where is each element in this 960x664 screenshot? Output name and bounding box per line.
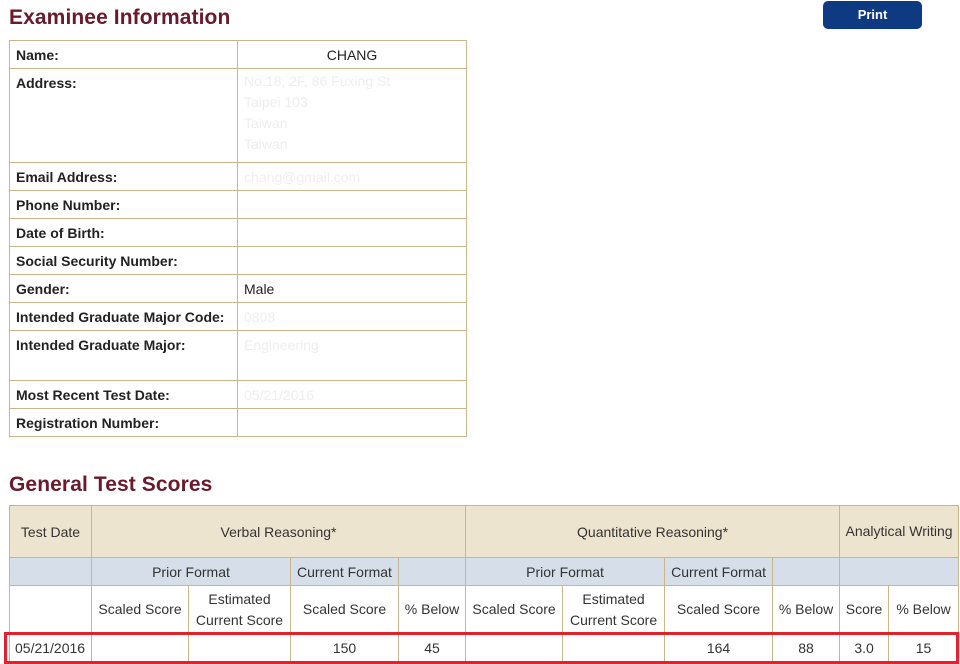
test-date-value: 05/21/2016 bbox=[9, 633, 92, 662]
dob-value bbox=[237, 218, 467, 247]
info-row-recent-test: Most Recent Test Date: 05/21/2016 bbox=[9, 380, 467, 409]
major-code-label: Intended Graduate Major Code: bbox=[9, 302, 238, 331]
verbal-prior-estimated-header: Estimated Current Score bbox=[188, 585, 291, 634]
verbal-prior-format-header: Prior Format bbox=[91, 557, 291, 586]
info-row-email: Email Address: chang@gmail.com bbox=[9, 162, 467, 191]
address-line: Taiwan bbox=[244, 115, 288, 131]
quant-prior-scaled-header: Scaled Score bbox=[465, 585, 564, 634]
verbal-current-format-header: Current Format bbox=[290, 557, 399, 586]
gender-value: Male bbox=[237, 274, 467, 303]
major-value: Engineering bbox=[237, 330, 467, 381]
info-row-name: Name: CHANG bbox=[9, 40, 467, 69]
format-blank-cell bbox=[839, 557, 960, 586]
recent-test-value: 05/21/2016 bbox=[237, 380, 467, 409]
info-row-major: Intended Graduate Major: Engineering bbox=[9, 330, 467, 381]
registration-value bbox=[237, 408, 467, 437]
format-blank-cell bbox=[397, 557, 467, 586]
info-row-gender: Gender: Male bbox=[9, 274, 467, 303]
dob-label: Date of Birth: bbox=[9, 218, 238, 247]
test-date-header: Test Date bbox=[9, 505, 92, 558]
scores-subheader-row: Scaled Score Estimated Current Score Sca… bbox=[9, 585, 960, 634]
address-label: Address: bbox=[9, 68, 238, 163]
verbal-prior-scaled-value bbox=[91, 633, 189, 662]
quant-current-format-header: Current Format bbox=[664, 557, 774, 586]
name-value: CHANG bbox=[237, 40, 467, 69]
quant-prior-scaled-value bbox=[465, 633, 564, 662]
ssn-value bbox=[237, 246, 467, 275]
major-code-value: 0808 bbox=[237, 302, 467, 331]
scores-format-row: Prior Format Current Format Prior Format… bbox=[9, 557, 960, 586]
email-label: Email Address: bbox=[9, 162, 238, 191]
verbal-prior-scaled-header: Scaled Score bbox=[91, 585, 189, 634]
writing-pct-below-header: % Below bbox=[888, 585, 960, 634]
general-test-scores-title: General Test Scores bbox=[9, 473, 213, 496]
gender-label: Gender: bbox=[9, 274, 238, 303]
verbal-header: Verbal Reasoning* bbox=[90, 505, 467, 558]
address-line: Taipei 103 bbox=[244, 94, 308, 110]
info-row-major-code: Intended Graduate Major Code: 0808 bbox=[9, 302, 467, 331]
quant-prior-estimated-value bbox=[562, 633, 666, 662]
scores-table: Test Date Verbal Reasoning* Quantitative… bbox=[9, 505, 960, 662]
scores-header-row: Test Date Verbal Reasoning* Quantitative… bbox=[9, 505, 960, 558]
print-button[interactable]: Print bbox=[823, 1, 922, 29]
verbal-current-scaled-value: 150 bbox=[290, 633, 399, 662]
quant-pct-below-header: % Below bbox=[772, 585, 841, 634]
address-value: No.18, 2F, 86 Fuxing St Taipei 103 Taiwa… bbox=[237, 68, 467, 163]
quant-header: Quantitative Reasoning* bbox=[465, 505, 841, 558]
name-label: Name: bbox=[9, 40, 238, 69]
info-row-phone: Phone Number: bbox=[9, 190, 467, 219]
email-value: chang@gmail.com bbox=[237, 162, 467, 191]
writing-score-value: 3.0 bbox=[839, 633, 890, 662]
quant-prior-format-header: Prior Format bbox=[465, 557, 666, 586]
verbal-pct-below-value: 45 bbox=[397, 633, 467, 662]
address-line: Taiwan bbox=[244, 136, 288, 152]
subheader-blank-cell bbox=[9, 585, 92, 634]
verbal-current-scaled-header: Scaled Score bbox=[290, 585, 399, 634]
verbal-pct-below-header: % Below bbox=[397, 585, 467, 634]
examinee-info-title: Examinee Information bbox=[9, 6, 231, 29]
quant-current-scaled-value: 164 bbox=[664, 633, 774, 662]
address-line: No.18, 2F, 86 Fuxing St bbox=[244, 73, 391, 89]
verbal-prior-estimated-value bbox=[188, 633, 291, 662]
phone-value bbox=[237, 190, 467, 219]
writing-header: Analytical Writing bbox=[839, 505, 960, 558]
quant-pct-below-value: 88 bbox=[772, 633, 841, 662]
info-row-registration: Registration Number: bbox=[9, 408, 467, 437]
major-label: Intended Graduate Major: bbox=[9, 330, 238, 381]
recent-test-label: Most Recent Test Date: bbox=[9, 380, 238, 409]
examinee-info-table: Name: CHANG Address: No.18, 2F, 86 Fuxin… bbox=[9, 40, 467, 437]
quant-prior-estimated-header: Estimated Current Score bbox=[562, 585, 666, 634]
writing-score-header: Score bbox=[839, 585, 890, 634]
format-blank-cell bbox=[772, 557, 841, 586]
info-row-address: Address: No.18, 2F, 86 Fuxing St Taipei … bbox=[9, 68, 467, 163]
writing-pct-below-value: 15 bbox=[888, 633, 960, 662]
ssn-label: Social Security Number: bbox=[9, 246, 238, 275]
phone-label: Phone Number: bbox=[9, 190, 238, 219]
registration-label: Registration Number: bbox=[9, 408, 238, 437]
format-blank-cell bbox=[9, 557, 92, 586]
info-row-dob: Date of Birth: bbox=[9, 218, 467, 247]
quant-current-scaled-header: Scaled Score bbox=[664, 585, 774, 634]
info-row-ssn: Social Security Number: bbox=[9, 246, 467, 275]
scores-data-row: 05/21/2016 150 45 164 88 3.0 15 bbox=[9, 633, 960, 662]
